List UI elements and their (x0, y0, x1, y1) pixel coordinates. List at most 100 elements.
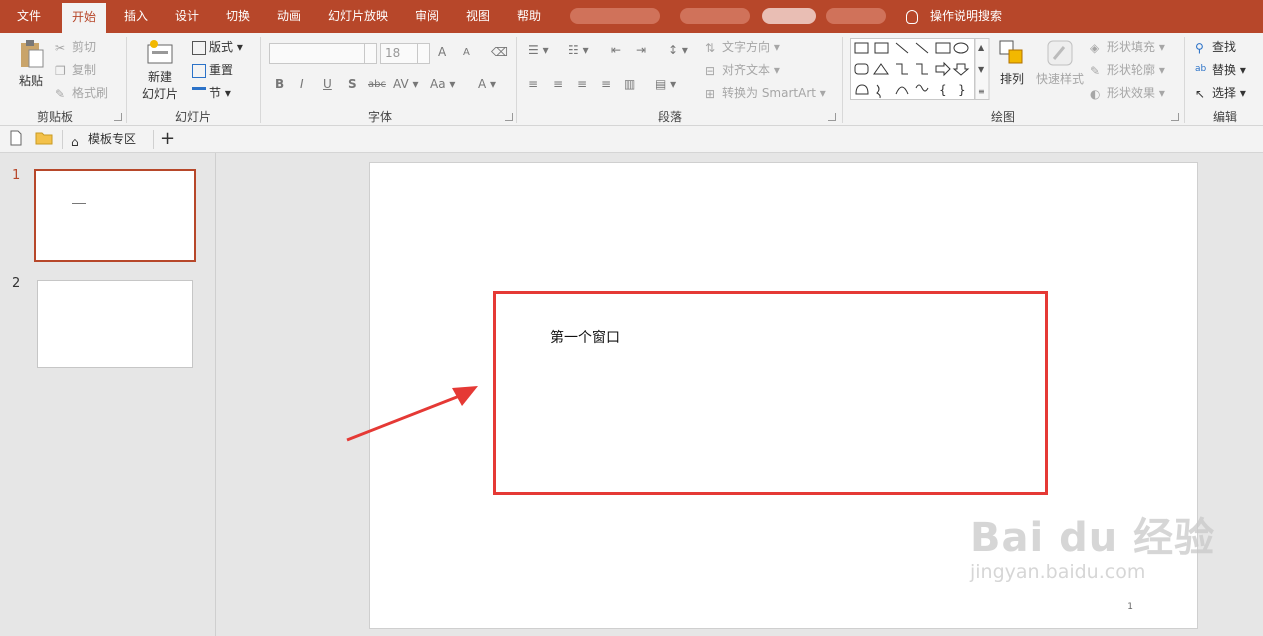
search-icon: ⚲ (1195, 40, 1204, 55)
tab-review[interactable]: 审阅 (405, 0, 449, 33)
find-button[interactable]: ⚲ 查找 (1195, 38, 1236, 55)
group-divider (1184, 37, 1185, 123)
slide-text-box[interactable]: 第一个窗口 (550, 327, 620, 347)
section-button[interactable]: 节 ▾ (192, 84, 231, 101)
new-file-icon[interactable] (9, 130, 23, 149)
scissors-icon: ✂ (55, 40, 66, 55)
shrink-font-icon[interactable]: A (463, 47, 470, 58)
shapes-gallery[interactable]: {} ▲ ▼ ≡ (850, 38, 990, 100)
tab-home[interactable]: 开始 (62, 3, 107, 33)
document-tab-bar: ⌂ 模板专区 + (0, 126, 1263, 153)
char-spacing-button[interactable]: AV ▾ (393, 77, 419, 91)
editing-group-label: 编辑 (1212, 110, 1237, 124)
tab-animations[interactable]: 动画 (267, 0, 311, 33)
reset-button[interactable]: 重置 (192, 61, 233, 78)
tell-me-label: 操作说明搜索 (930, 9, 1003, 23)
tab-view[interactable]: 视图 (456, 0, 500, 33)
tab-design[interactable]: 设计 (165, 0, 209, 33)
slide-number-2: 2 (12, 276, 21, 291)
format-painter-button[interactable]: ✎ 格式刷 (55, 84, 108, 101)
slide-thumbnail-2[interactable] (37, 280, 193, 368)
align-right-icon[interactable]: ≡ (577, 77, 587, 91)
font-size-value: 18 (385, 46, 401, 60)
tab-transitions[interactable]: 切换 (216, 0, 260, 33)
reset-icon (192, 63, 206, 78)
folder-icon[interactable] (35, 130, 53, 149)
slide-page-number: 1 (1127, 602, 1133, 612)
svg-text:≡: ≡ (978, 87, 985, 96)
italic-button[interactable]: I (300, 77, 304, 91)
slides-group-label: 幻灯片 (174, 110, 211, 124)
slide-number-1: 1 (12, 168, 21, 183)
highlight-rectangle: 第一个窗口 (493, 291, 1048, 495)
font-launcher-icon[interactable] (505, 113, 513, 121)
home-icon: ⌂ (71, 134, 79, 149)
bold-button[interactable]: B (275, 77, 284, 91)
blurred-title (826, 8, 886, 24)
columns-icon[interactable]: ▤ ▾ (655, 77, 676, 91)
layout-button[interactable]: 版式 ▾ (192, 38, 243, 55)
clipboard-group-label: 剪贴板 (36, 110, 73, 124)
new-slide-label-2: 幻灯片 (141, 87, 178, 101)
chevron-down-icon[interactable] (417, 44, 429, 63)
shape-fill-button[interactable]: ◈ 形状填充 ▾ (1090, 38, 1165, 55)
grow-font-icon[interactable]: A (438, 45, 446, 59)
cut-button[interactable]: ✂ 剪切 (55, 38, 96, 55)
text-direction-button[interactable]: ⇅ 文字方向 ▾ (705, 38, 780, 55)
numbering-icon[interactable]: ☷ ▾ (568, 43, 589, 57)
find-label: 查找 (1212, 40, 1237, 54)
font-color-button[interactable]: A ▾ (478, 77, 496, 91)
align-left-icon[interactable]: ≡ (528, 77, 538, 91)
strikethrough-button[interactable]: abc (368, 79, 386, 90)
smartart-label: 转换为 SmartArt (722, 86, 816, 100)
new-slide-button[interactable]: 新建 幻灯片 (136, 39, 184, 102)
shadow-button[interactable]: S (348, 77, 357, 91)
select-label: 选择 (1212, 86, 1237, 100)
blurred-title (570, 8, 660, 24)
cursor-icon: ↖ (1195, 86, 1206, 101)
replace-button[interactable]: ab 替换 ▾ (1195, 61, 1246, 78)
tell-me-search[interactable]: 操作说明搜索 (906, 0, 1002, 33)
paragraph-launcher-icon[interactable] (828, 113, 836, 121)
slide-thumbnail-panel: 1 2 (0, 153, 216, 636)
tab-insert[interactable]: 插入 (114, 0, 158, 33)
add-tab-button[interactable]: + (160, 130, 175, 149)
copy-button[interactable]: ❐ 复制 (55, 61, 96, 78)
align-text-label: 对齐文本 (722, 63, 771, 77)
paste-button[interactable]: 粘贴 (16, 39, 46, 89)
change-case-button[interactable]: Aa ▾ (430, 77, 455, 91)
tab-slideshow[interactable]: 幻灯片放映 (318, 0, 398, 33)
increase-indent-icon[interactable]: ⇥ (636, 43, 646, 57)
align-center-icon[interactable]: ≡ (553, 77, 563, 91)
section-icon (192, 86, 206, 101)
smartart-button[interactable]: ⊞ 转换为 SmartArt ▾ (705, 84, 826, 101)
drawing-launcher-icon[interactable] (1171, 113, 1179, 121)
copy-label: 复制 (72, 63, 97, 77)
clear-format-icon[interactable]: ⌫ (491, 45, 508, 59)
template-zone-tab[interactable]: ⌂ 模板专区 (62, 130, 154, 149)
quick-styles-button[interactable]: 快速样式 (1034, 39, 1086, 87)
lightbulb-icon (906, 9, 918, 24)
clipboard-launcher-icon[interactable] (114, 113, 122, 121)
watermark-main: Bai du 经验 (970, 515, 1216, 561)
chevron-down-icon[interactable] (364, 44, 376, 63)
bullets-icon[interactable]: ☰ ▾ (528, 43, 549, 57)
replace-label: 替换 (1212, 63, 1237, 77)
paragraph-group-label: 段落 (657, 110, 682, 124)
decrease-indent-icon[interactable]: ⇤ (611, 43, 621, 57)
line-spacing-icon[interactable]: ↕ ▾ (668, 43, 688, 57)
font-size-combo[interactable]: 18 (380, 43, 430, 64)
underline-button[interactable]: U (323, 77, 332, 91)
distributed-icon[interactable]: ▥ (624, 77, 635, 91)
select-button[interactable]: ↖ 选择 ▾ (1195, 84, 1246, 101)
shape-outline-button[interactable]: ✎ 形状轮廓 ▾ (1090, 61, 1165, 78)
group-divider (842, 37, 843, 123)
font-name-combo[interactable] (269, 43, 377, 64)
tab-help[interactable]: 帮助 (507, 0, 551, 33)
tab-file[interactable]: 文件 (7, 0, 51, 33)
arrange-button[interactable]: 排列 (997, 39, 1027, 87)
slide-thumbnail-1[interactable] (34, 169, 196, 262)
align-text-button[interactable]: ⊟ 对齐文本 ▾ (705, 61, 780, 78)
shape-effects-button[interactable]: ◐ 形状效果 ▾ (1090, 84, 1165, 101)
justify-icon[interactable]: ≡ (601, 77, 611, 91)
